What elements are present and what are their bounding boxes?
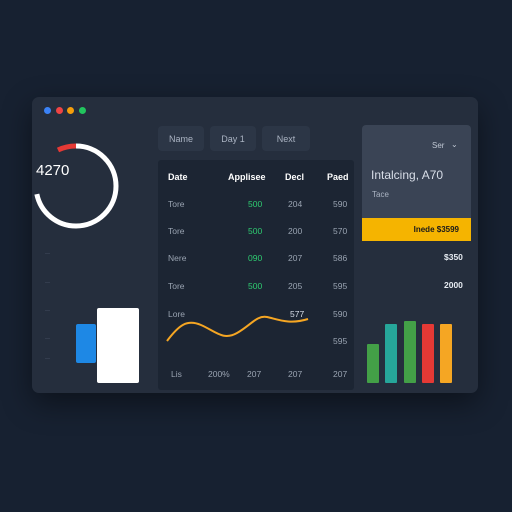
window-dot-green[interactable]	[79, 107, 86, 114]
table-cell: Tore	[168, 226, 185, 236]
tab-next[interactable]: Next	[262, 126, 310, 151]
highlight-bar[interactable]: Inede $3599	[362, 218, 471, 241]
footer-cell: 200%	[208, 369, 230, 379]
tab-name[interactable]: Name	[158, 126, 204, 151]
table-cell: 200	[288, 226, 303, 236]
right-value: $350	[444, 252, 463, 262]
table-cell: 205	[288, 281, 303, 291]
table-cell: 586	[333, 253, 348, 263]
table-cell: Tore	[168, 281, 185, 291]
gauge-value: 4270	[36, 162, 70, 179]
bar-orange	[440, 324, 452, 383]
table-cell: 207	[288, 253, 303, 263]
card-subtitle: Tace	[372, 190, 389, 199]
axis-tick: —	[45, 251, 50, 257]
header-paed: Paed	[327, 172, 349, 182]
table-cell: Nere	[168, 253, 187, 263]
data-table	[158, 160, 354, 390]
bar-teal	[385, 324, 397, 383]
footer-cell: 207	[333, 369, 348, 379]
header-decl: Decl	[285, 172, 305, 182]
bar-red	[422, 324, 434, 383]
table-cell: 570	[333, 226, 348, 236]
footer-cell: 207	[288, 369, 303, 379]
right-value: 2000	[444, 280, 463, 290]
window-dot-blue[interactable]	[44, 107, 51, 114]
search-dropdown[interactable]: Ser	[432, 141, 444, 150]
window-dot-yellow[interactable]	[67, 107, 74, 114]
line-chart	[166, 315, 309, 342]
table-cell: 590	[333, 199, 348, 209]
window-dot-red[interactable]	[56, 107, 63, 114]
card-title: Intalcing, A70	[371, 168, 444, 182]
axis-tick: —	[45, 308, 50, 314]
gauge-track	[33, 143, 119, 229]
table-cell: 500	[248, 281, 263, 291]
table-cell: Tore	[168, 199, 185, 209]
header-date: Date	[168, 172, 188, 182]
footer-cell: Lis	[171, 369, 182, 379]
chevron-down-icon[interactable]: ⌄	[451, 140, 458, 149]
axis-tick: —	[45, 336, 50, 342]
table-cell: 595	[333, 281, 348, 291]
table-cell: 500	[248, 199, 263, 209]
axis-tick: —	[45, 280, 50, 286]
table-cell: 204	[288, 199, 303, 209]
bar-blue	[76, 324, 96, 363]
chart-row-right: 590	[333, 309, 348, 319]
gauge-accent	[56, 143, 77, 153]
tab-day-1[interactable]: Day 1	[210, 126, 256, 151]
table-cell: 090	[248, 253, 263, 263]
header-applisee: Applisee	[228, 172, 266, 182]
gauge-chart	[33, 143, 119, 229]
bar-green-2	[404, 321, 416, 383]
bar-green-1	[367, 344, 379, 383]
bar-white	[97, 308, 139, 383]
table-cell: 500	[248, 226, 263, 236]
extra-right-value: 595	[333, 336, 348, 346]
line-series	[166, 315, 309, 342]
axis-tick: —	[45, 356, 50, 362]
footer-cell: 207	[247, 369, 262, 379]
